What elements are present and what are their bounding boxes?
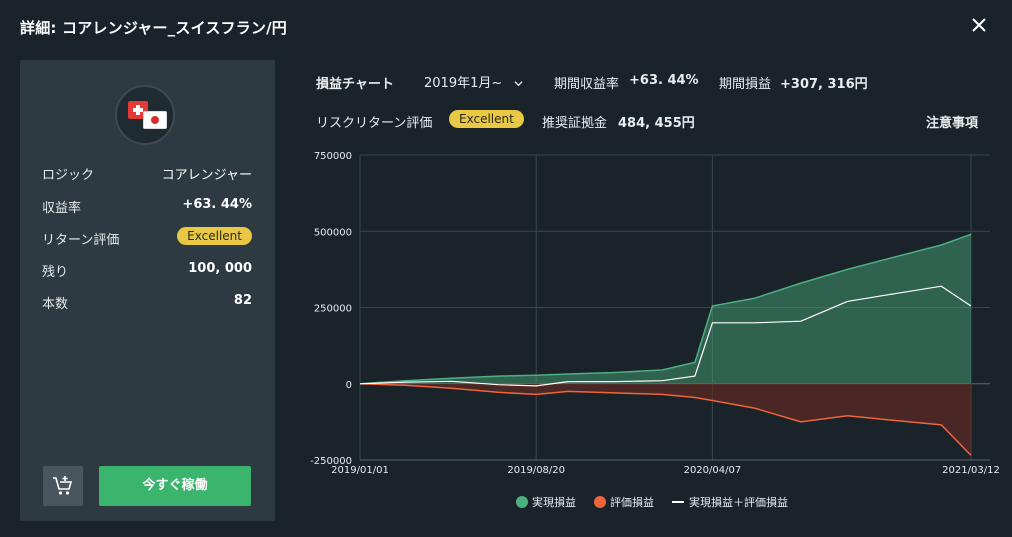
chevron-down-icon bbox=[514, 81, 523, 87]
risk-return-label: リスクリターン評価 bbox=[316, 116, 433, 131]
close-button[interactable] bbox=[968, 14, 990, 36]
x-tick-label: 2019/01/01 bbox=[331, 465, 389, 476]
y-tick-label: 250000 bbox=[314, 304, 352, 315]
notes-link[interactable]: 注意事項 bbox=[926, 112, 978, 131]
chart-title: 損益チャート bbox=[316, 77, 394, 92]
return-rating-label: リターン評価 bbox=[42, 233, 120, 248]
period-dropdown-value: 2019年1月~ bbox=[424, 76, 503, 91]
return-rating-row: リターン評価 Excellent bbox=[42, 227, 252, 248]
total-legend-icon bbox=[672, 501, 684, 503]
detail-modal: 詳細: コアレンジャー_スイスフラン/円 ロジック コアレンジャー 収益率 +6… bbox=[0, 0, 1012, 537]
realized-area bbox=[360, 234, 971, 384]
return-rate-row: 収益率 +63. 44% bbox=[42, 195, 252, 216]
period-return-value: +63. 44% bbox=[629, 73, 699, 88]
y-tick-label: 750000 bbox=[314, 151, 352, 162]
legend-realized[interactable]: 実現損益 bbox=[516, 494, 576, 510]
cart-plus-icon bbox=[53, 476, 73, 495]
legend-unrealized-label: 評価損益 bbox=[610, 496, 654, 509]
legend-unrealized[interactable]: 評価損益 bbox=[594, 494, 654, 510]
legend-total[interactable]: 実現損益＋評価損益 bbox=[672, 494, 788, 510]
period-pnl-label: 期間損益 bbox=[719, 77, 772, 92]
close-icon bbox=[972, 18, 986, 32]
legend-realized-label: 実現損益 bbox=[532, 496, 576, 509]
x-tick-label: 2019/08/20 bbox=[507, 465, 565, 476]
period-dropdown[interactable]: 2019年1月~ bbox=[424, 72, 523, 91]
realized-legend-icon bbox=[516, 496, 528, 508]
remaining-row: 残り 100, 000 bbox=[42, 259, 252, 280]
strategy-panel: ロジック コアレンジャー 収益率 +63. 44% リターン評価 Excelle… bbox=[20, 60, 275, 521]
risk-return-badge: Excellent bbox=[449, 110, 524, 128]
currency-pair-flags bbox=[115, 85, 175, 145]
y-tick-label: 0 bbox=[346, 380, 352, 391]
period-pnl-value: +307, 316円 bbox=[780, 77, 868, 92]
count-value: 82 bbox=[233, 293, 252, 308]
logic-value: コアレンジャー bbox=[161, 168, 252, 183]
japan-flag-icon bbox=[143, 111, 167, 129]
margin-label: 推奨証拠金 bbox=[542, 116, 608, 131]
x-tick-label: 2021/03/12 bbox=[942, 465, 1000, 476]
legend-total-label: 実現損益＋評価損益 bbox=[689, 496, 788, 509]
pnl-chart: 7500005000002500000-2500002019/01/01 2019… bbox=[310, 151, 1000, 476]
logic-row: ロジック コアレンジャー bbox=[42, 162, 252, 183]
remaining-label: 残り bbox=[42, 265, 69, 280]
add-to-cart-button[interactable] bbox=[43, 466, 83, 506]
remaining-value: 100, 000 bbox=[188, 261, 252, 276]
margin-value: 484, 455円 bbox=[618, 116, 695, 131]
unrealized-legend-icon bbox=[594, 496, 606, 508]
return-rate-label: 収益率 bbox=[42, 201, 82, 216]
x-tick-label: 2020/04/07 bbox=[684, 465, 742, 476]
modal-title: 詳細: コアレンジャー_スイスフラン/円 bbox=[20, 19, 288, 37]
logic-label: ロジック bbox=[42, 168, 95, 183]
return-rating-badge: Excellent bbox=[177, 227, 252, 245]
y-tick-label: 500000 bbox=[314, 227, 352, 238]
count-row: 本数 82 bbox=[42, 291, 252, 312]
run-now-button[interactable]: 今すぐ稼働 bbox=[99, 466, 251, 506]
count-label: 本数 bbox=[42, 297, 69, 312]
period-return-label: 期間収益率 bbox=[554, 77, 620, 92]
return-rate-value: +63. 44% bbox=[182, 197, 252, 212]
